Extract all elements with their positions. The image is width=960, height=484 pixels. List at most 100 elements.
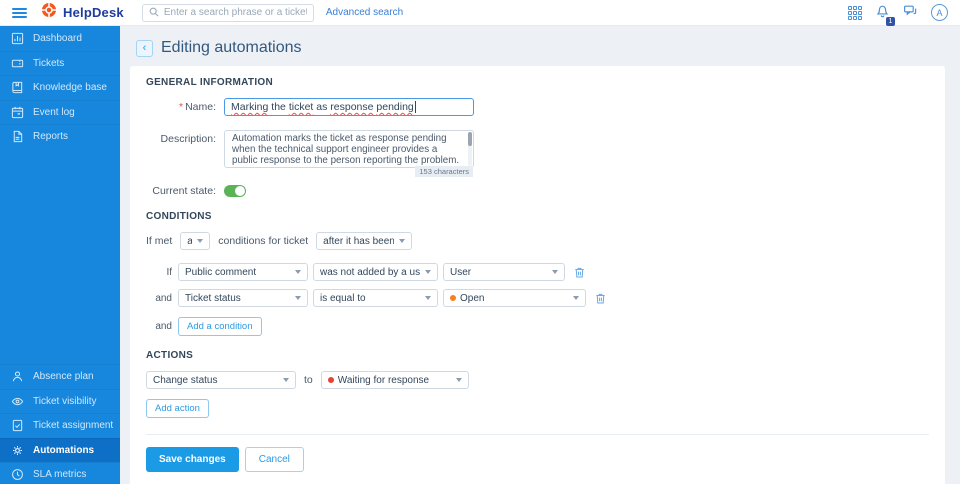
lifebuoy-logo-icon (41, 2, 57, 23)
name-row: *Name: Marking the ticket as response pe… (146, 98, 929, 116)
description-scrollbar[interactable] (468, 132, 472, 166)
sidebar-item-dashboard[interactable]: Dashboard (0, 26, 120, 51)
search-input[interactable] (164, 7, 307, 18)
condition-value-select[interactable]: User (443, 263, 565, 281)
action-value-select[interactable]: Waiting for response (321, 371, 469, 389)
required-asterisk: * (179, 101, 183, 113)
trash-icon (573, 266, 586, 279)
add-condition-button[interactable]: Add a condition (178, 317, 262, 336)
sidebar-item-knowledge-base[interactable]: Knowledge base (0, 75, 120, 100)
general-information-section-label: GENERAL INFORMATION (146, 77, 929, 88)
text-cursor (415, 101, 416, 113)
dashboard-icon (11, 32, 24, 45)
character-counter: 153 characters (415, 166, 473, 177)
chevron-down-icon (295, 270, 301, 274)
advanced-search-link[interactable]: Advanced search (326, 7, 403, 18)
description-row: Description: Automation marks the ticket… (146, 130, 929, 168)
description-label: Description: (146, 130, 216, 168)
sidebar-item-event-log[interactable]: Event log (0, 100, 120, 125)
automations-icon (11, 444, 24, 457)
back-button[interactable]: ‹ (136, 40, 153, 57)
sidebar-item-absence-plan[interactable]: Absence plan (0, 364, 120, 389)
condition-field-select[interactable]: Ticket status (178, 289, 308, 307)
page-header: ‹ Editing automations (136, 39, 945, 57)
to-label: to (304, 374, 313, 386)
name-label: *Name: (146, 98, 216, 116)
trash-icon (594, 292, 607, 305)
sidebar-item-ticket-visibility[interactable]: Ticket visibility (0, 389, 120, 414)
chevron-down-icon (552, 270, 558, 274)
name-input[interactable]: Marking the ticket as response pending (224, 98, 474, 116)
form-buttons-row: Save changes Cancel (146, 434, 929, 472)
chevron-down-icon (456, 378, 462, 382)
chat-bubbles-icon (903, 3, 918, 23)
tickets-icon (11, 57, 24, 70)
name-input-text: Marking the ticket as response pending (231, 101, 414, 113)
condition-prefix: and (146, 321, 172, 332)
add-action-button[interactable]: Add action (146, 399, 209, 418)
chevron-down-icon (197, 239, 203, 243)
sidebar-item-sla-metrics[interactable]: SLA metrics (0, 462, 120, 484)
description-textarea[interactable]: Automation marks the ticket as response … (224, 130, 474, 168)
search-icon (149, 4, 159, 22)
current-state-toggle[interactable] (224, 185, 246, 197)
scrollbar-thumb[interactable] (468, 132, 472, 146)
conditions-section-label: CONDITIONS (146, 211, 929, 222)
action-row: Change status to Waiting for response (146, 371, 929, 389)
knowledge-base-icon (11, 81, 24, 94)
sidebar-item-reports[interactable]: Reports (0, 124, 120, 149)
quantifier-select[interactable]: all (180, 232, 210, 250)
notification-badge: 1 (886, 17, 895, 26)
chevron-down-icon (425, 270, 431, 274)
current-state-row: Current state: (146, 184, 929, 197)
chevron-down-icon (295, 296, 301, 300)
hamburger-menu-icon[interactable] (12, 6, 27, 20)
save-changes-button[interactable]: Save changes (146, 447, 239, 472)
helpdesk-app: HelpDesk Advanced search 1 A (0, 0, 960, 484)
add-condition-row: and Add a condition (146, 317, 929, 336)
chevron-down-icon (425, 296, 431, 300)
ticket-visibility-icon (11, 395, 24, 408)
apps-grid-icon[interactable] (848, 6, 862, 20)
condition-value-select[interactable]: Open (443, 289, 586, 307)
delete-condition-button[interactable] (594, 292, 607, 305)
page-title: Editing automations (161, 39, 302, 57)
actions-section-label: ACTIONS (146, 350, 929, 361)
conditions-trigger-row: If met all conditions for ticket after i… (146, 232, 929, 250)
delete-condition-button[interactable] (573, 266, 586, 279)
chat-button[interactable] (903, 3, 918, 23)
condition-operator-select[interactable]: was not added by a user with t... (313, 263, 438, 281)
sidebar-item-tickets[interactable]: Tickets (0, 51, 120, 76)
notifications-button[interactable]: 1 (875, 3, 890, 23)
ticket-assignment-icon (11, 419, 24, 432)
trigger-select[interactable]: after it has been edited (316, 232, 412, 250)
sidebar: Dashboard Tickets Knowledge base Event l… (0, 26, 120, 484)
cancel-button[interactable]: Cancel (245, 447, 304, 472)
chevron-down-icon (283, 378, 289, 382)
sidebar-item-ticket-assignment[interactable]: Ticket assignment (0, 413, 120, 438)
condition-row: If Public comment was not added by a use… (146, 263, 929, 281)
condition-prefix: and (146, 293, 172, 304)
conditions-for-ticket-label: conditions for ticket (218, 235, 308, 247)
sidebar-item-automations[interactable]: Automations (0, 438, 120, 463)
brand-logo[interactable]: HelpDesk (41, 2, 124, 23)
reports-icon (11, 130, 24, 143)
search-box[interactable] (142, 4, 314, 22)
event-log-icon (11, 106, 24, 119)
condition-field-select[interactable]: Public comment (178, 263, 308, 281)
status-dot (328, 377, 334, 383)
main-area: ‹ Editing automations GENERAL INFORMATIO… (120, 26, 960, 484)
sla-metrics-icon (11, 468, 24, 481)
status-dot (450, 295, 456, 301)
current-state-label: Current state: (146, 184, 216, 197)
user-avatar[interactable]: A (931, 4, 948, 21)
action-field-select[interactable]: Change status (146, 371, 296, 389)
brand-name: HelpDesk (63, 5, 124, 20)
chevron-down-icon (573, 296, 579, 300)
content: ‹ Editing automations GENERAL INFORMATIO… (120, 26, 960, 484)
automation-form-card: GENERAL INFORMATION *Name: Marking the t… (130, 66, 945, 484)
condition-row: and Ticket status is equal to Open (146, 289, 929, 307)
absence-plan-icon (11, 370, 24, 383)
topbar-actions: 1 A (848, 3, 948, 23)
condition-operator-select[interactable]: is equal to (313, 289, 438, 307)
